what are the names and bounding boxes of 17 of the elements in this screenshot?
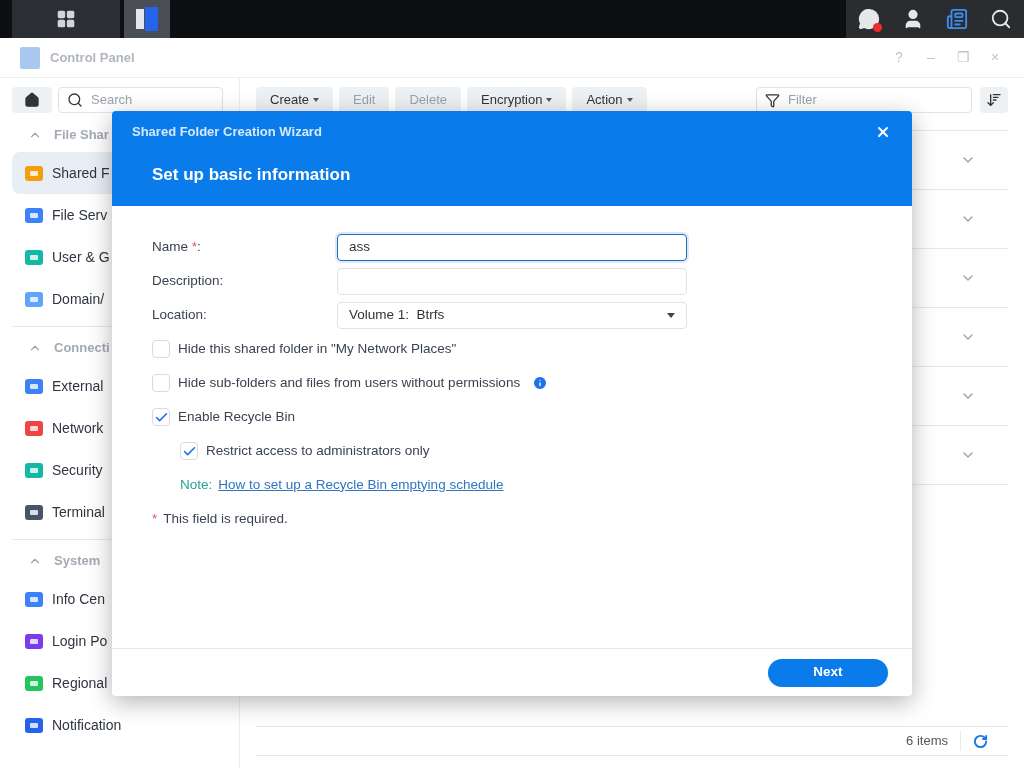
search-placeholder: Search: [91, 91, 133, 110]
section-title: File Shar: [54, 126, 109, 145]
checkbox-label: Hide sub-folders and files from users without permissions: [178, 373, 521, 392]
dialog-heading: Set up basic information: [152, 163, 351, 186]
item-count: 6 items: [906, 731, 961, 751]
field-label: Location:: [152, 305, 208, 324]
note-label: Note:: [180, 475, 213, 494]
section-title: Connecti: [54, 339, 110, 358]
checkbox-label: Hide this shared folder in "My Network Places": [178, 339, 457, 358]
field-label: Name *:: [152, 237, 202, 256]
dialog-title: Shared Folder Creation Wizard: [132, 123, 322, 141]
checkbox-label: Restrict access to administrators only: [206, 441, 430, 460]
required-note: * This field is required.: [152, 509, 288, 528]
checkbox-label: Enable Recycle Bin: [178, 407, 296, 426]
field-label: Description:: [152, 271, 225, 290]
section-title: System: [54, 552, 101, 571]
window-title: Control Panel: [50, 48, 135, 67]
